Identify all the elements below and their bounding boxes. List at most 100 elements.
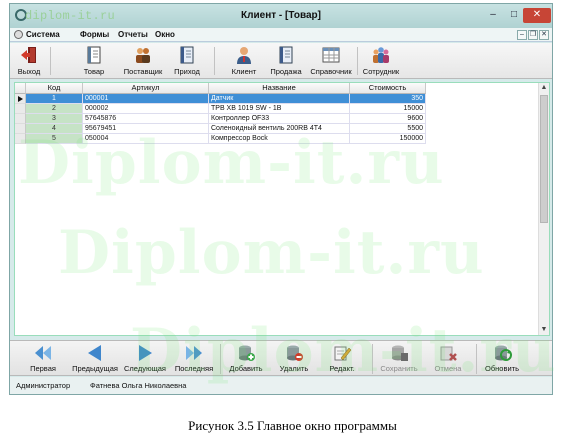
menu-bar: Система Формы Отчеты Окно – ❐ ✕ bbox=[10, 28, 552, 42]
employee-button[interactable]: Сотрудник bbox=[360, 45, 402, 76]
menu-forms[interactable]: Формы bbox=[80, 30, 109, 39]
table-row[interactable]: 4 95679451 Соленоидный вентиль 200RB 4Т4… bbox=[15, 124, 549, 134]
figure-caption: Рисунок 3.5 Главное окно программы bbox=[188, 418, 397, 433]
title-bar[interactable]: diplom-it.ru Клиент - [Товар] – □ ✕ bbox=[10, 4, 552, 28]
cell-cost[interactable]: 350 bbox=[350, 94, 426, 104]
save-button[interactable]: Сохранить bbox=[376, 344, 422, 373]
status-user-role: Администратор bbox=[16, 381, 71, 390]
status-bar: Администратор Фатнева Ольга Николаевна bbox=[10, 377, 552, 394]
cell-name[interactable]: Контроллер ОF33 bbox=[209, 114, 350, 124]
cell-article[interactable]: 000001 bbox=[83, 94, 209, 104]
mdi-minimize-button[interactable]: – bbox=[517, 30, 527, 40]
cell-cost[interactable]: 150000 bbox=[350, 134, 426, 144]
row-indicator-header bbox=[15, 83, 26, 94]
close-button[interactable]: ✕ bbox=[523, 8, 551, 23]
client-person-icon bbox=[237, 47, 251, 64]
last-record-icon bbox=[186, 346, 202, 360]
column-header-code[interactable]: Код bbox=[26, 83, 83, 94]
minimize-button[interactable]: – bbox=[484, 8, 502, 23]
cancel-button[interactable]: Отмена bbox=[430, 344, 466, 373]
add-button[interactable]: Добавить bbox=[226, 344, 266, 373]
table-row[interactable]: 2 000002 ТРВ ХВ 1019 SW - 1В 15000 bbox=[15, 104, 549, 114]
mdi-close-button[interactable]: ✕ bbox=[539, 30, 549, 40]
current-row-pointer-icon bbox=[18, 96, 23, 102]
window-title: Клиент - [Товар] bbox=[241, 10, 321, 21]
column-header-name[interactable]: Название bbox=[209, 83, 350, 94]
column-header-article[interactable]: Артикул bbox=[83, 83, 209, 94]
cell-code[interactable]: 2 bbox=[26, 104, 83, 114]
main-window: diplom-it.ru Клиент - [Товар] – □ ✕ Сист… bbox=[9, 3, 553, 395]
cell-cost[interactable]: 15000 bbox=[350, 104, 426, 114]
column-header-cost[interactable]: Стоимость bbox=[350, 83, 426, 94]
first-button[interactable]: Первая bbox=[24, 344, 62, 373]
cell-article[interactable]: 000002 bbox=[83, 104, 209, 114]
directory-button[interactable]: Справочник bbox=[308, 45, 354, 76]
supplier-button[interactable]: Поставщик bbox=[120, 45, 166, 76]
row-indicator bbox=[15, 114, 26, 124]
sale-button[interactable]: Продажа bbox=[268, 45, 304, 76]
scroll-thumb[interactable] bbox=[540, 95, 548, 223]
toolbar-separator bbox=[214, 47, 215, 75]
table-row[interactable]: 3 57645876 Контроллер ОF33 9600 bbox=[15, 114, 549, 124]
next-button[interactable]: Следующая bbox=[122, 344, 168, 373]
edit-pencil-icon bbox=[334, 346, 352, 361]
delete-button[interactable]: Удалить bbox=[276, 344, 312, 373]
next-record-icon bbox=[139, 345, 152, 361]
first-record-icon bbox=[35, 346, 51, 360]
row-indicator bbox=[15, 94, 26, 104]
cell-code[interactable]: 5 bbox=[26, 134, 83, 144]
last-button[interactable]: Последняя bbox=[172, 344, 216, 373]
supplier-people-icon bbox=[136, 48, 150, 63]
menu-window[interactable]: Окно bbox=[155, 30, 175, 39]
goods-button[interactable]: Товар bbox=[80, 45, 108, 76]
navigator-separator bbox=[476, 344, 477, 374]
refresh-button[interactable]: Обновить bbox=[482, 344, 522, 373]
mdi-restore-button[interactable]: ❐ bbox=[528, 30, 538, 40]
cell-code[interactable]: 1 bbox=[26, 94, 83, 104]
toolbar-separator bbox=[50, 47, 51, 75]
scroll-up-icon[interactable]: ▲ bbox=[539, 83, 549, 93]
cell-article[interactable]: 050004 bbox=[83, 134, 209, 144]
db-add-icon bbox=[239, 345, 255, 361]
goods-table: Код Артикул Название Стоимость 1 000001 … bbox=[14, 82, 550, 336]
main-toolbar: Выход Товар Поставщик Приход Клиент Прод… bbox=[10, 43, 552, 79]
cell-cost[interactable]: 9600 bbox=[350, 114, 426, 124]
table-row[interactable]: 1 000001 Датчик 350 bbox=[15, 94, 549, 104]
previous-button[interactable]: Предыдущая bbox=[72, 344, 118, 373]
client-button[interactable]: Клиент bbox=[228, 45, 260, 76]
receipt-button[interactable]: Приход bbox=[171, 45, 203, 76]
employees-group-icon bbox=[373, 47, 389, 63]
previous-record-icon bbox=[88, 345, 101, 361]
toolbar-separator bbox=[357, 47, 358, 75]
cell-cost[interactable]: 5500 bbox=[350, 124, 426, 134]
menu-reports[interactable]: Отчеты bbox=[118, 30, 148, 39]
cell-code[interactable]: 3 bbox=[26, 114, 83, 124]
row-indicator bbox=[15, 134, 26, 144]
scroll-down-icon[interactable]: ▼ bbox=[539, 325, 549, 335]
table-row[interactable]: 5 050004 Компрессор Bock 150000 bbox=[15, 134, 549, 144]
exit-door-icon bbox=[21, 47, 36, 63]
cell-code[interactable]: 4 bbox=[26, 124, 83, 134]
row-indicator bbox=[15, 104, 26, 114]
cell-article[interactable]: 95679451 bbox=[83, 124, 209, 134]
cell-name[interactable]: ТРВ ХВ 1019 SW - 1В bbox=[209, 104, 350, 114]
cell-name[interactable]: Датчик bbox=[209, 94, 350, 104]
navigator-separator bbox=[372, 344, 373, 374]
notebook-icon bbox=[180, 46, 194, 64]
status-user-name: Фатнева Ольга Николаевна bbox=[90, 381, 187, 390]
refresh-icon bbox=[495, 345, 512, 361]
cell-article[interactable]: 57645876 bbox=[83, 114, 209, 124]
maximize-button[interactable]: □ bbox=[505, 8, 523, 23]
row-indicator bbox=[15, 124, 26, 134]
grid-table-icon bbox=[322, 47, 340, 63]
cell-name[interactable]: Компрессор Bock bbox=[209, 134, 350, 144]
cell-name[interactable]: Соленоидный вентиль 200RB 4Т4 bbox=[209, 124, 350, 134]
vertical-scrollbar[interactable]: ▲ ▼ bbox=[538, 83, 549, 335]
exit-button[interactable]: Выход bbox=[14, 45, 44, 76]
system-menu-icon[interactable] bbox=[14, 30, 23, 39]
menu-system[interactable]: Система bbox=[26, 30, 60, 39]
notebook-icon bbox=[279, 46, 293, 64]
book-icon bbox=[87, 46, 101, 64]
edit-button[interactable]: Редакт. bbox=[324, 344, 360, 373]
record-navigator: Первая Предыдущая Следующая Последняя До… bbox=[10, 340, 552, 376]
